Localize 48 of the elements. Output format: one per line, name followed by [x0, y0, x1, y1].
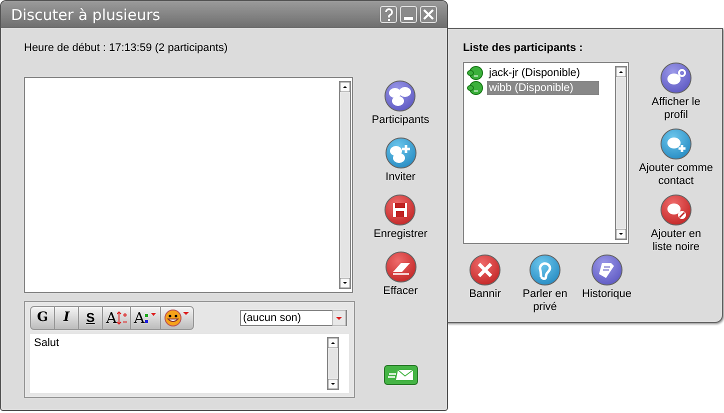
window-title: Discuter à plusieurs — [11, 6, 160, 24]
font-size-button[interactable]: A — [103, 306, 131, 328]
clear-button[interactable]: Effacer — [383, 250, 418, 298]
dropdown-caret-icon[interactable] — [332, 310, 346, 326]
participant-item[interactable]: wibb (Disponible) — [487, 81, 599, 95]
eraser-icon — [384, 250, 416, 282]
bold-button[interactable]: G — [31, 306, 55, 328]
underline-button[interactable]: S — [79, 306, 103, 328]
start-time-text: Heure de début : 17:13:59 (2 participants) — [24, 42, 229, 56]
save-button[interactable]: Enregistrer — [374, 194, 428, 240]
ban-button[interactable]: Bannir — [462, 254, 508, 301]
user-status-icon — [467, 81, 483, 95]
scroll-down-icon[interactable] — [616, 229, 626, 239]
add-people-icon — [384, 136, 416, 168]
sound-dropdown[interactable]: (aucun son) — [240, 310, 347, 326]
message-input[interactable]: Salut — [30, 334, 349, 392]
send-button[interactable] — [384, 365, 418, 388]
minimize-icon[interactable] — [400, 6, 417, 23]
help-icon[interactable] — [380, 6, 397, 23]
add-person-icon — [660, 128, 692, 160]
private-chat-button[interactable]: Parler en privé — [522, 254, 568, 314]
participants-button[interactable]: Participants — [372, 80, 430, 126]
people-icon — [384, 80, 416, 112]
scroll-down-icon[interactable] — [340, 278, 350, 288]
scrollbar[interactable] — [327, 336, 339, 390]
person-blocked-icon — [660, 194, 692, 226]
color-icon — [144, 310, 157, 324]
smiley-icon — [164, 308, 190, 326]
scroll-up-icon[interactable] — [328, 338, 338, 348]
floppy-disk-icon — [384, 194, 416, 226]
cross-icon — [469, 254, 501, 286]
invite-button[interactable]: Inviter — [384, 136, 416, 184]
add-contact-button[interactable]: Ajouter comme contact — [639, 128, 713, 188]
blacklist-button[interactable]: Ajouter en liste noire — [650, 194, 702, 254]
history-button[interactable]: Historique — [582, 254, 632, 301]
scrollbar[interactable] — [339, 80, 351, 288]
italic-button[interactable]: I — [55, 306, 79, 328]
scrollbar[interactable] — [615, 66, 627, 240]
resize-icon — [116, 310, 127, 324]
view-profile-button[interactable]: Afficher le profil — [652, 62, 700, 122]
scroll-up-icon[interactable] — [340, 82, 350, 92]
font-color-button[interactable]: A — [130, 306, 161, 328]
participants-heading: Liste des participants : — [463, 42, 584, 55]
scroll-down-icon[interactable] — [328, 378, 338, 388]
close-icon[interactable] — [420, 6, 437, 23]
user-status-icon — [467, 66, 483, 80]
scroll-up-icon[interactable] — [616, 67, 626, 77]
participant-item[interactable]: jack-jr (Disponible) — [487, 66, 582, 80]
